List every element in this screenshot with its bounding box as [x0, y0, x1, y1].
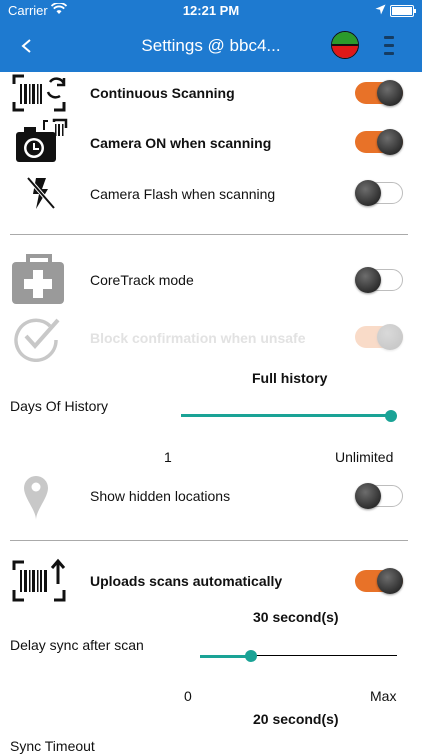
setting-label: Show hidden locations [90, 488, 231, 504]
location-pin-icon [24, 476, 48, 520]
setting-row-coretrack: CoreTrack mode [0, 252, 422, 306]
setting-row-camera-on: Camera ON when scanning [0, 118, 422, 166]
back-icon[interactable] [14, 34, 38, 58]
history-label: Days Of History [10, 398, 109, 414]
uploads-toggle[interactable] [355, 568, 403, 594]
setting-label: Camera Flash when scanning [90, 186, 276, 202]
setting-row-hidden-locations: Show hidden locations [0, 470, 422, 522]
coretrack-toggle[interactable] [355, 267, 403, 293]
setting-row-continuous-scanning: Continuous Scanning [0, 72, 422, 114]
check-circle-icon [14, 318, 60, 362]
page-title: Settings @ bbc4... [141, 36, 281, 55]
setting-label: Continuous Scanning [90, 85, 235, 101]
barcode-refresh-icon [12, 74, 66, 112]
menu-icon[interactable] [383, 36, 395, 58]
barcode-upload-icon [12, 558, 66, 602]
hidden-locations-toggle[interactable] [355, 483, 403, 509]
history-max-label: Unlimited [335, 449, 394, 465]
continuous-scanning-toggle[interactable] [355, 80, 403, 106]
delay-sync-label: Delay sync after scan [10, 637, 144, 653]
history-min-label: 1 [164, 449, 172, 465]
sync-timeout-value: 20 second(s) [253, 711, 339, 727]
setting-label: Block confirmation when unsafe [90, 330, 306, 346]
delay-sync-max-label: Max [370, 688, 397, 704]
camera-barcode-icon [16, 118, 68, 162]
connection-status-icon[interactable] [331, 31, 359, 59]
setting-row-uploads: Uploads scans automatically [0, 558, 422, 604]
sync-timeout-label: Sync Timeout [10, 738, 95, 754]
app-header: Settings @ bbc4... [0, 20, 422, 72]
delay-sync-value: 30 second(s) [253, 609, 339, 625]
setting-row-block-confirmation: Block confirmation when unsafe [0, 312, 422, 362]
setting-label: Uploads scans automatically [90, 573, 283, 589]
camera-flash-toggle[interactable] [355, 180, 403, 206]
setting-row-camera-flash: Camera Flash when scanning [0, 172, 422, 214]
setting-label: CoreTrack mode [90, 272, 194, 288]
block-confirmation-toggle[interactable] [355, 324, 403, 350]
history-value: Full history [252, 370, 328, 386]
battery-icon [390, 5, 416, 17]
camera-on-toggle[interactable] [355, 129, 403, 155]
location-arrow-icon [375, 4, 386, 15]
flash-off-icon [26, 176, 56, 210]
section-divider [10, 234, 408, 235]
status-bar: Carrier 12:21 PM [0, 0, 422, 20]
delay-sync-min-label: 0 [184, 688, 192, 704]
section-divider [10, 540, 408, 541]
status-time: 12:21 PM [182, 3, 240, 18]
slider-thumb[interactable] [385, 410, 397, 422]
slider-thumb[interactable] [245, 650, 258, 662]
setting-label: Camera ON when scanning [90, 135, 272, 151]
medkit-icon [12, 254, 64, 304]
